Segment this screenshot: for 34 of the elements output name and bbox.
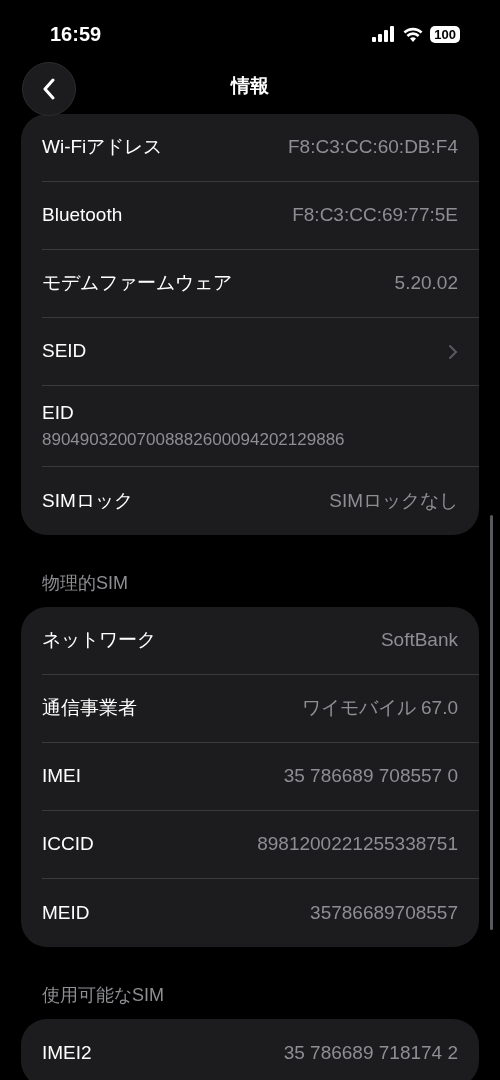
row-value: SIMロックなし xyxy=(329,488,458,513)
row-value: SoftBank xyxy=(380,628,458,653)
battery-indicator: 100 xyxy=(430,25,460,43)
signal-icon xyxy=(372,26,397,42)
row-value: 8981200221255338751 xyxy=(257,832,458,857)
row-value: F8:C3:CC:60:DB:F4 xyxy=(288,135,458,160)
row-value: 35 786689 708557 0 xyxy=(283,764,458,789)
row-label: Wi-Fiアドレス xyxy=(42,135,163,160)
page-title: 情報 xyxy=(231,73,269,98)
row-label: ネットワーク xyxy=(42,628,156,653)
row-value: 35 786689 718174 2 xyxy=(283,1040,458,1065)
row-label: モデムファームウェア xyxy=(42,271,232,296)
list-row[interactable]: SEID xyxy=(42,318,479,386)
row-label: Bluetooth xyxy=(42,203,123,228)
row-label: IMEI xyxy=(42,764,82,789)
status-time: 16:59 xyxy=(50,22,102,47)
row-value: 89049032007008882600094202129886 xyxy=(42,429,346,451)
chevron-icon xyxy=(448,343,458,360)
row-label: 通信事業者 xyxy=(42,696,137,721)
section-header: 使用可能なSIM xyxy=(41,984,165,1007)
row-label: MEID xyxy=(42,900,90,925)
row-value: F8:C3:CC:69:77:5E xyxy=(292,203,458,228)
row-label: SIMロック xyxy=(42,488,133,513)
row-label: SEID xyxy=(42,339,87,364)
section-header: 物理的SIM xyxy=(41,572,129,595)
wifi-icon xyxy=(403,26,424,42)
row-label: EID xyxy=(42,401,75,425)
row-value: ワイモバイル 67.0 xyxy=(301,696,458,721)
row-value: 5.20.02 xyxy=(394,271,458,296)
row-value: 35786689708557 xyxy=(310,900,458,925)
row-label: IMEI2 xyxy=(42,1040,92,1065)
back-icon xyxy=(42,78,56,100)
back-button[interactable] xyxy=(22,62,76,116)
row-label: ICCID xyxy=(42,832,94,857)
